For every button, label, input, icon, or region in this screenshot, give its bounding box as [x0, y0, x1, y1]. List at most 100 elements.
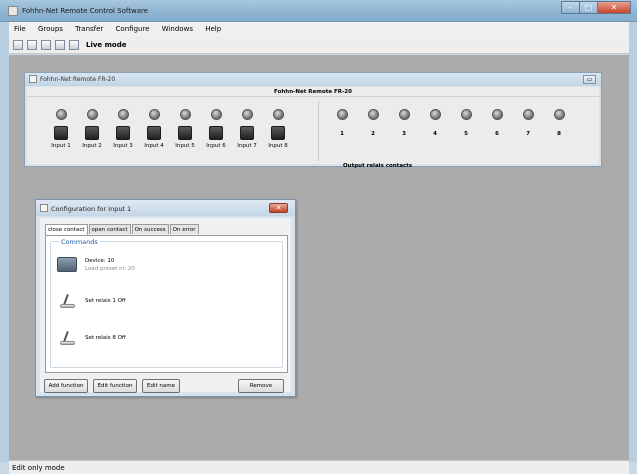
output-number: 5 [464, 131, 468, 137]
input-led [241, 109, 253, 120]
device-window-title-bar[interactable]: Fohhn-Net Remote FR-20 ▭ [25, 73, 601, 86]
input-label: Input 3 [113, 143, 133, 149]
input-label: Input 5 [175, 143, 195, 149]
remove-button[interactable]: Remove [238, 379, 284, 393]
main-title-bar[interactable]: Fohhn-Net Remote Control Software – □ ✕ [0, 0, 637, 22]
input-button[interactable] [240, 126, 254, 140]
output-relay-7: 7 [514, 109, 542, 137]
input-label: Input 8 [268, 143, 288, 149]
input-button[interactable] [116, 126, 130, 140]
command-line: Set relais 1 Off [85, 298, 126, 304]
close-button[interactable]: ✕ [597, 1, 631, 14]
save-icon[interactable] [55, 40, 65, 50]
input-button[interactable] [54, 126, 68, 140]
device-window: Fohhn-Net Remote FR-20 ▭ Fohhn-Net Remot… [24, 72, 602, 169]
panel-divider [318, 101, 319, 161]
input-led [272, 109, 284, 120]
input-channel-6: Input 6 [202, 109, 230, 149]
app-icon [8, 6, 18, 16]
input-channel-7: Input 7 [233, 109, 261, 149]
command-subline: Load preset nr. 20 [85, 266, 135, 272]
input-led [86, 109, 98, 120]
input-led [55, 109, 67, 120]
output-relay-5: 5 [452, 109, 480, 137]
menu-windows[interactable]: Windows [157, 22, 198, 33]
menu-transfer[interactable]: Transfer [70, 22, 108, 33]
upload-icon[interactable] [41, 40, 51, 50]
minimize-button[interactable]: – [561, 1, 580, 14]
live-mode-button[interactable]: Live mode [86, 41, 126, 49]
config-dialog-title-bar[interactable]: Configuration for Input 1 ✕ [36, 200, 295, 216]
relay-switch-icon [60, 330, 75, 345]
input-led [210, 109, 222, 120]
output-relay-8: 8 [545, 109, 573, 137]
output-relay-1: 1 [328, 109, 356, 137]
output-led [429, 109, 441, 120]
input-channel-3: Input 3 [109, 109, 137, 149]
tab-bar: close contact open contact On success On… [45, 224, 200, 235]
device-window-title: Fohhn-Net Remote FR-20 [40, 76, 116, 83]
output-number: 8 [557, 131, 561, 137]
commands-group-title: Commands [59, 238, 100, 246]
download-icon[interactable] [69, 40, 79, 50]
window-title: Fohhn-Net Remote Control Software [22, 7, 149, 15]
input-button[interactable] [85, 126, 99, 140]
config-dialog-body: close contact open contact On success On… [40, 218, 291, 393]
device-panel: Fohhn-Net Remote FR-20 Input 1 Input 2 I… [27, 87, 599, 169]
relay-switch-icon [60, 293, 75, 308]
input-channel-5: Input 5 [171, 109, 199, 149]
menu-groups[interactable]: Groups [33, 22, 68, 33]
dialog-close-button[interactable]: ✕ [269, 203, 288, 213]
menu-configure[interactable]: Configure [111, 22, 155, 33]
output-led [336, 109, 348, 120]
device-panel-header: Fohhn-Net Remote FR-20 [27, 87, 599, 97]
output-relay-6: 6 [483, 109, 511, 137]
status-text: Edit only mode [12, 464, 65, 472]
command-line: Device: 10 [85, 258, 115, 264]
input-label: Input 7 [237, 143, 257, 149]
dialog-icon [40, 204, 48, 212]
input-button[interactable] [209, 126, 223, 140]
input-label: Input 2 [82, 143, 102, 149]
input-channel-2: Input 2 [78, 109, 106, 149]
menu-help[interactable]: Help [200, 22, 226, 33]
restore-button[interactable]: ▭ [583, 75, 596, 84]
window-frame-left [0, 22, 9, 462]
window-controls: – □ ✕ [561, 1, 631, 14]
input-channel-1: Input 1 [47, 109, 75, 149]
menu-file[interactable]: File [9, 22, 31, 33]
config-dialog: Configuration for Input 1 ✕ close contac… [35, 199, 296, 397]
input-button[interactable] [147, 126, 161, 140]
output-number: 3 [402, 131, 406, 137]
input-led [117, 109, 129, 120]
output-number: 7 [526, 131, 530, 137]
config-dialog-title: Configuration for Input 1 [51, 205, 132, 213]
maximize-button[interactable]: □ [579, 1, 598, 14]
tab-on-error[interactable]: On error [169, 224, 199, 234]
open-folder-icon[interactable] [27, 40, 37, 50]
input-button[interactable] [271, 126, 285, 140]
output-number: 1 [340, 131, 344, 137]
output-led [398, 109, 410, 120]
tab-open-contact[interactable]: open contact [88, 224, 131, 234]
output-led [491, 109, 503, 120]
add-function-button[interactable]: Add function [44, 379, 88, 393]
tab-close-contact[interactable]: close contact [45, 224, 88, 235]
input-button[interactable] [178, 126, 192, 140]
commands-group: Commands Device: 10 Load preset nr. 20 S… [50, 238, 283, 368]
output-led [460, 109, 472, 120]
output-relay-2: 2 [359, 109, 387, 137]
edit-name-button[interactable]: Edit name [142, 379, 180, 393]
tab-on-success[interactable]: On success [131, 224, 169, 234]
device-icon [57, 257, 77, 272]
new-file-icon[interactable] [13, 40, 23, 50]
output-relay-3: 3 [390, 109, 418, 137]
edit-function-button[interactable]: Edit function [93, 379, 137, 393]
output-caption: Output relais contacts [343, 163, 413, 169]
input-led [179, 109, 191, 120]
tab-panel: Commands Device: 10 Load preset nr. 20 S… [45, 235, 288, 373]
input-channel-4: Input 4 [140, 109, 168, 149]
input-led [148, 109, 160, 120]
output-relay-4: 4 [421, 109, 449, 137]
input-label: Input 4 [144, 143, 164, 149]
